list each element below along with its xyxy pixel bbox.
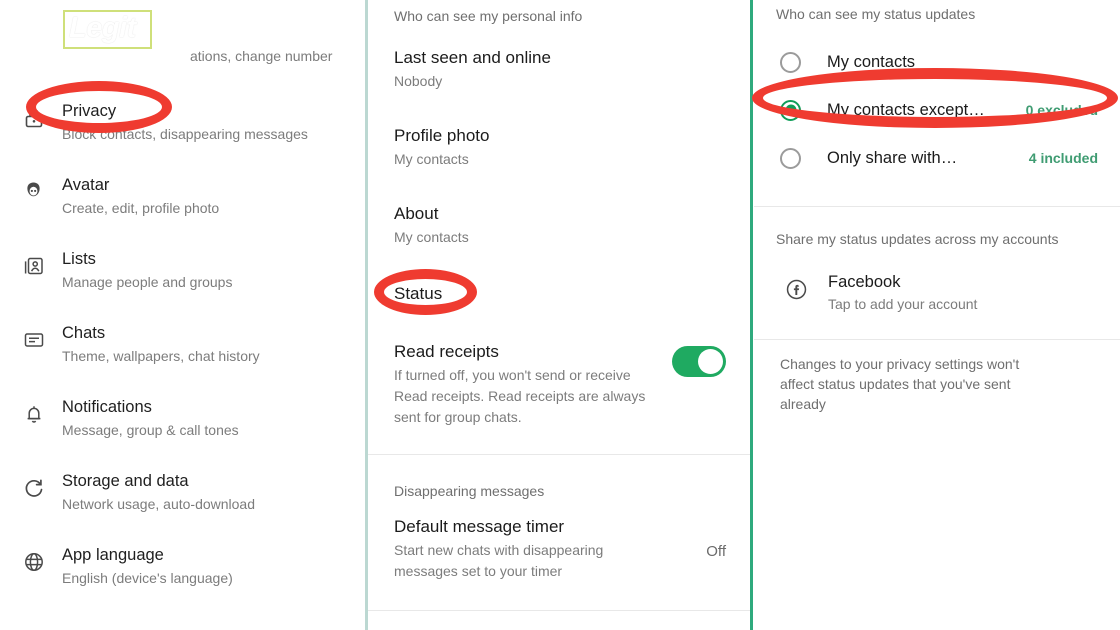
privacy-item-last-seen-value: Nobody	[394, 73, 443, 89]
sidebar-item-app-language-title: App language	[62, 546, 164, 564]
status-option-my-contacts-label: My contacts	[827, 52, 916, 71]
default-message-timer-title: Default message timer	[394, 517, 565, 536]
sidebar-item-chats-title: Chats	[62, 324, 106, 342]
sidebar-item-account[interactable]: ations, change number	[0, 40, 366, 80]
sidebar-item-app-language[interactable]: App language English (device's language)	[0, 532, 366, 606]
default-message-timer-value: Off	[706, 543, 726, 560]
sidebar-item-notifications-subtitle: Message, group & call tones	[62, 422, 239, 438]
linked-account-facebook-title: Facebook	[828, 272, 901, 291]
privacy-item-last-seen-title: Last seen and online	[394, 48, 551, 67]
sidebar-item-account-subtitle: ations, change number	[190, 48, 333, 64]
bell-icon	[22, 384, 62, 426]
default-message-timer-description: Start new chats with disappearing messag…	[394, 542, 604, 579]
radio-unchecked-icon[interactable]	[780, 147, 801, 169]
status-option-only-share-with[interactable]: Only share with… 4 included	[754, 134, 1120, 182]
privacy-settings-panel: Who can see my personal info Last seen a…	[368, 0, 752, 630]
avatar-face-icon	[22, 162, 62, 203]
sidebar-item-privacy-title: Privacy	[62, 102, 117, 120]
sidebar-item-chats-subtitle: Theme, wallpapers, chat history	[62, 348, 260, 364]
settings-sidebar-panel: ations, change number Privacy Block cont…	[0, 0, 366, 630]
panel-divider-right	[750, 0, 753, 630]
status-privacy-panel: Who can see my status updates My contact…	[754, 0, 1120, 630]
privacy-item-status-title: Status	[394, 284, 443, 303]
radio-unchecked-icon[interactable]	[780, 51, 801, 73]
privacy-item-read-receipts[interactable]: Read receipts If turned off, you won't s…	[368, 306, 752, 428]
sidebar-item-notifications[interactable]: Notifications Message, group & call tone…	[0, 384, 366, 458]
sidebar-item-storage-and-data[interactable]: Storage and data Network usage, auto-dow…	[0, 458, 366, 532]
radio-checked-icon[interactable]	[780, 99, 801, 121]
panel-divider-left	[365, 0, 368, 630]
sidebar-item-chats[interactable]: Chats Theme, wallpapers, chat history	[0, 310, 366, 384]
privacy-item-profile-photo[interactable]: Profile photo My contacts	[368, 92, 752, 170]
facebook-icon	[784, 277, 828, 307]
status-option-my-contacts[interactable]: My contacts	[754, 38, 1120, 86]
toggle-knob	[698, 349, 723, 374]
privacy-item-last-seen-and-online[interactable]: Last seen and online Nobody	[368, 26, 752, 92]
screenshot-root: Legit ations, change number Privacy Bloc…	[0, 0, 1120, 630]
refresh-circle-icon	[22, 458, 62, 500]
sidebar-list: Privacy Block contacts, disappearing mes…	[0, 88, 366, 606]
sidebar-item-avatar-title: Avatar	[62, 176, 110, 194]
sidebar-item-lists-subtitle: Manage people and groups	[62, 274, 233, 290]
sidebar-item-privacy[interactable]: Privacy Block contacts, disappearing mes…	[0, 88, 366, 162]
status-privacy-footer-note: Changes to your privacy settings won't a…	[780, 356, 1020, 412]
read-receipts-title: Read receipts	[394, 342, 499, 361]
sidebar-item-storage-and-data-subtitle: Network usage, auto-download	[62, 496, 256, 512]
status-section-caption: Who can see my status updates	[776, 6, 976, 22]
privacy-item-status[interactable]: Status	[368, 248, 752, 306]
privacy-item-about-value: My contacts	[394, 229, 469, 245]
status-audience-radio-group: My contacts My contacts except… 0 exclud…	[754, 38, 1120, 182]
read-receipts-description: If turned off, you won't send or receive…	[394, 367, 646, 425]
sidebar-item-storage-and-data-title: Storage and data	[62, 472, 189, 490]
lists-icon	[22, 236, 62, 278]
status-option-my-contacts-except-label: My contacts except…	[827, 100, 985, 119]
lock-icon	[22, 88, 62, 130]
linked-account-facebook[interactable]: Facebook Tap to add your account	[754, 261, 1120, 323]
privacy-item-profile-photo-title: Profile photo	[394, 126, 490, 145]
chat-bubble-icon	[22, 310, 62, 352]
status-option-only-share-with-count: 4 included	[1028, 150, 1098, 166]
sidebar-item-lists-title: Lists	[62, 250, 96, 268]
personal-info-section-caption: Who can see my personal info	[394, 8, 583, 24]
status-option-only-share-with-label: Only share with…	[827, 148, 958, 167]
sidebar-item-privacy-subtitle: Block contacts, disappearing messages	[62, 126, 308, 142]
sidebar-item-avatar-subtitle: Create, edit, profile photo	[62, 200, 220, 216]
status-option-my-contacts-except[interactable]: My contacts except… 0 excluded	[754, 86, 1120, 134]
sidebar-item-lists[interactable]: Lists Manage people and groups	[0, 236, 366, 310]
brand-logo: Legit	[63, 10, 152, 49]
privacy-item-about-title: About	[394, 204, 439, 223]
sidebar-item-avatar[interactable]: Avatar Create, edit, profile photo	[0, 162, 366, 236]
status-option-my-contacts-except-count: 0 excluded	[1025, 102, 1098, 118]
sidebar-item-notifications-title: Notifications	[62, 398, 152, 416]
privacy-item-profile-photo-value: My contacts	[394, 151, 469, 167]
globe-icon	[22, 532, 62, 574]
privacy-item-default-message-timer[interactable]: Default message timer Start new chats wi…	[368, 501, 752, 582]
read-receipts-toggle[interactable]	[672, 346, 726, 377]
linked-account-facebook-subtitle: Tap to add your account	[828, 295, 978, 312]
share-accounts-caption: Share my status updates across my accoun…	[776, 231, 1059, 247]
disappearing-messages-caption: Disappearing messages	[394, 483, 545, 499]
privacy-item-about[interactable]: About My contacts	[368, 170, 752, 248]
brand-logo-text: Legit	[69, 12, 136, 44]
sidebar-item-app-language-subtitle: English (device's language)	[62, 570, 233, 586]
